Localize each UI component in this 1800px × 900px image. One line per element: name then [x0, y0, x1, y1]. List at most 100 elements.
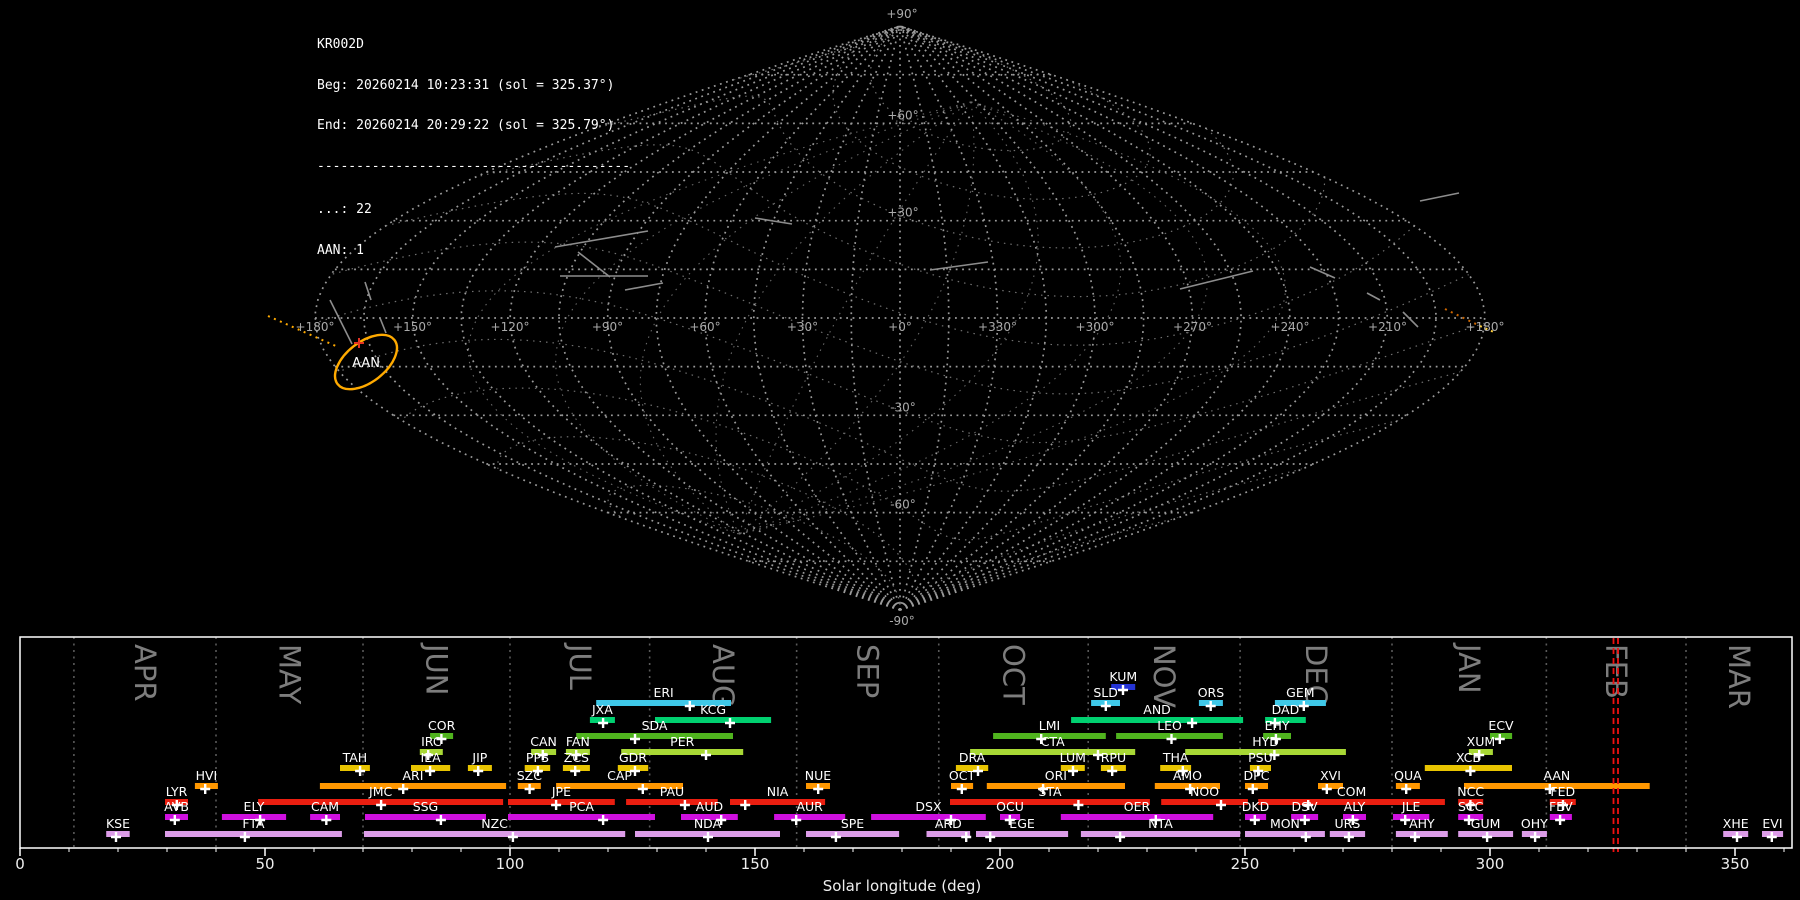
shower-label-XUM: XUM: [1467, 734, 1496, 749]
shower-label-DRA: DRA: [959, 750, 986, 765]
month-label-feb: FEB: [1599, 644, 1633, 699]
shower-label-DSX: DSX: [915, 799, 942, 814]
shower-label-XVI: XVI: [1320, 768, 1341, 783]
latitude-label: +60°: [887, 108, 918, 122]
shower-label-ECV: ECV: [1488, 718, 1514, 733]
shower-label-AUD: AUD: [696, 799, 723, 814]
shower-bar-ARI: [319, 783, 507, 789]
pole-label-north: +90°: [886, 7, 917, 21]
shower-label-AHY: AHY: [1409, 816, 1435, 831]
shower-bar-KCG: [655, 717, 772, 723]
shower-label-PCA: PCA: [569, 799, 594, 814]
month-label-aug: AUG: [706, 644, 740, 708]
shower-label-EHY: EHY: [1265, 718, 1290, 733]
shower-label-OER: OER: [1124, 799, 1151, 814]
longitude-label: +120°: [491, 320, 530, 334]
month-label-sep: SEP: [851, 644, 885, 698]
shower-label-IRC: IRC: [421, 734, 442, 749]
shower-label-NTA: NTA: [1148, 816, 1173, 831]
shower-label-NUE: NUE: [805, 768, 831, 783]
shower-label-SPE: SPE: [841, 816, 864, 831]
shower-label-TAH: TAH: [342, 750, 368, 765]
meteor-track: [929, 261, 989, 271]
shower-bar-AUR: [774, 814, 846, 820]
shower-label-SSG: SSG: [413, 799, 439, 814]
x-axis-title: Solar longitude (deg): [823, 877, 981, 895]
longitude-label: +150°: [393, 320, 432, 334]
axis-tick-label: 200: [986, 855, 1015, 873]
shower-bar-AHY: [1395, 831, 1448, 837]
header-separator: ----------------------------------------: [317, 158, 631, 174]
shower-label-LMI: LMI: [1039, 718, 1060, 733]
shower-label-JLE: JLE: [1401, 799, 1421, 814]
axis-tick-label: 350: [1721, 855, 1750, 873]
shower-bar-SSG: [365, 814, 486, 820]
count-aan: AAN: 1: [317, 242, 364, 258]
longitude-label: +330°: [978, 320, 1017, 334]
latitude-label: -60°: [890, 498, 916, 512]
shower-label-KUM: KUM: [1109, 669, 1137, 684]
shower-label-ARD: ARD: [935, 816, 962, 831]
meteor-track: [379, 317, 387, 334]
shower-label-QUA: QUA: [1394, 768, 1422, 783]
shower-bar-SPE: [806, 831, 900, 837]
meteor-plot-screen: +90° -90° +60° +30° -30° -60° +180° +150° +120° +…: [0, 0, 1800, 900]
shower-label-NZC: NZC: [481, 816, 508, 831]
shower-bar-TAH: [340, 765, 370, 771]
shower-label-PAU: PAU: [660, 784, 684, 799]
shower-label-ORI: ORI: [1045, 768, 1067, 783]
shower-label-ELY: ELY: [244, 799, 265, 814]
shower-label-FAN: FAN: [566, 734, 590, 749]
tilted-grid-meridian: [639, 101, 972, 535]
shower-label-NIA: NIA: [767, 784, 789, 799]
axis-tick-label: 150: [741, 855, 770, 873]
month-label-nov: NOV: [1147, 644, 1181, 708]
meteor-track: [754, 217, 793, 225]
axis-tick-label: 0: [15, 855, 25, 873]
shower-label-GDR: GDR: [619, 750, 647, 765]
axis-tick-label: 300: [1476, 855, 1505, 873]
longitude-label: +180°: [1466, 320, 1505, 334]
shower-label-PPS: PPS: [526, 750, 549, 765]
pole-label-south: -90°: [889, 614, 915, 628]
longitude-label: +300°: [1076, 320, 1115, 334]
shower-label-NOO: NOO: [1190, 784, 1219, 799]
shower-bar-STA: [950, 799, 1150, 805]
shower-label-MON: MON: [1270, 816, 1300, 831]
shower-label-SDA: SDA: [642, 718, 668, 733]
shower-bar-OER: [1060, 814, 1214, 820]
month-label-apr: APR: [128, 644, 162, 701]
session-end: End: 20260214 20:29:22 (sol = 325.79°): [317, 118, 615, 133]
meteor-track: [624, 282, 664, 291]
shower-label-COR: COR: [428, 718, 456, 733]
shower-label-EVI: EVI: [1762, 816, 1782, 831]
meteor-track: [1309, 266, 1336, 279]
shower-label-NDA: NDA: [694, 816, 722, 831]
shower-label-LEO: LEO: [1157, 718, 1182, 733]
shower-label-GEM: GEM: [1286, 685, 1314, 700]
shower-label-COM: COM: [1337, 784, 1366, 799]
longitude-label: +210°: [1368, 320, 1407, 334]
longitude-label: +240°: [1271, 320, 1310, 334]
shower-label-AND: AND: [1143, 702, 1171, 717]
shower-label-CAN: CAN: [530, 734, 557, 749]
shower-label-CAM: CAM: [311, 799, 339, 814]
month-label-jun: JUN: [420, 642, 454, 695]
month-label-jan: JAN: [1452, 642, 1486, 694]
shower-label-AAN: AAN: [1543, 768, 1570, 783]
shower-label-AUR: AUR: [796, 799, 823, 814]
month-label-jul: JUL: [563, 642, 597, 690]
meteor-track: [1179, 270, 1254, 290]
meteor-track: [1366, 292, 1381, 301]
shower-label-JMC: JMC: [368, 784, 392, 799]
shower-bar-MON: [1245, 831, 1325, 837]
count-unclassified: ...: 22: [317, 202, 372, 217]
shower-label-IEA: IEA: [421, 750, 442, 765]
activity-chart: APR MAY JUN JUL AUG SEP OCT NOV DEC JAN FEB MARKUME…: [15, 636, 1793, 895]
grid-meridian: [899, 25, 1096, 611]
shower-label-THA: THA: [1162, 750, 1189, 765]
shower-label-DAD: DAD: [1272, 702, 1300, 717]
axis-tick-label: 50: [255, 855, 274, 873]
session-header: KR002D Beg: 20260214 10:23:31 (sol = 325…: [317, 11, 630, 284]
shower-label-CTA: CTA: [1041, 734, 1065, 749]
